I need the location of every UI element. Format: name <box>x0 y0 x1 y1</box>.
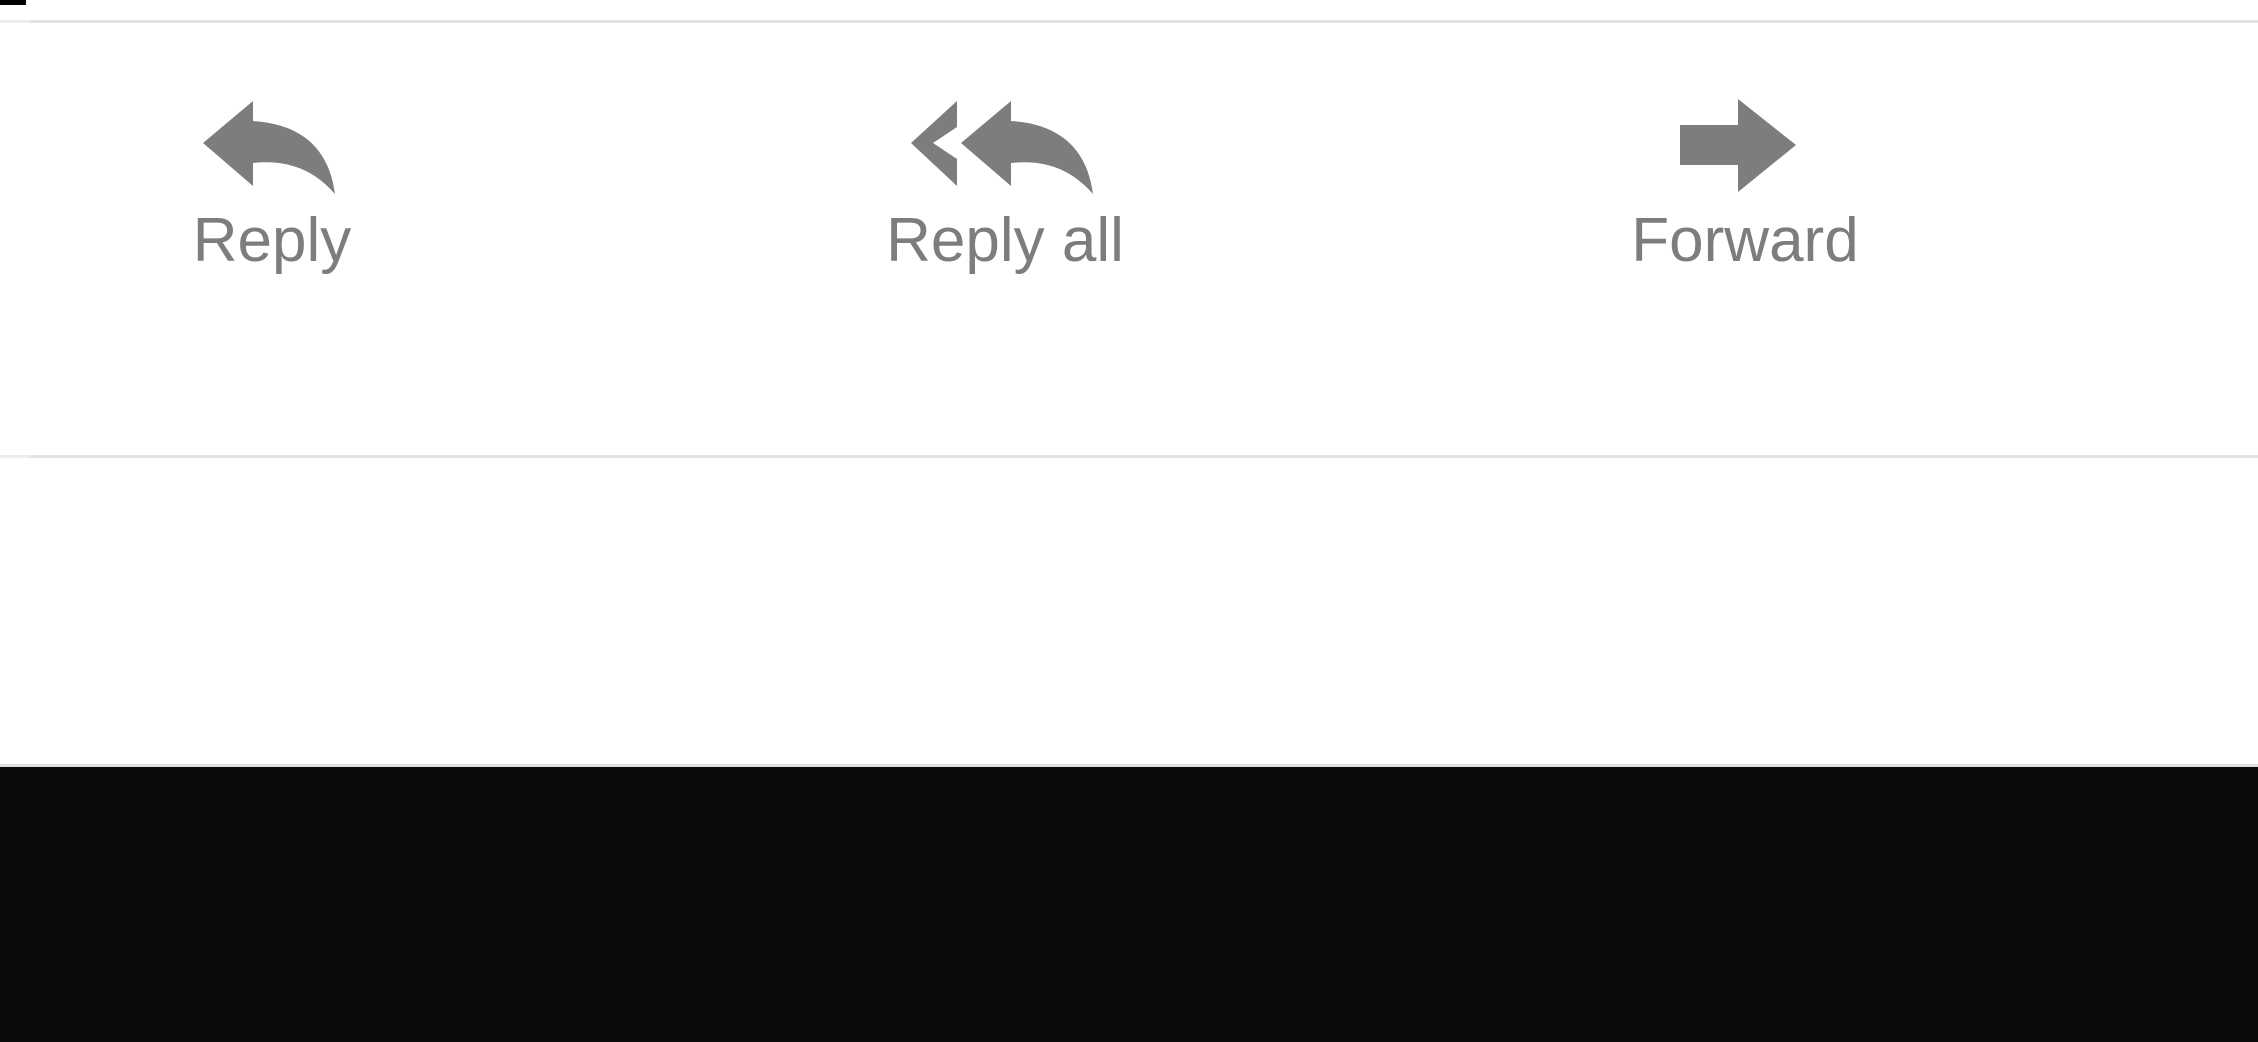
message-actions-row: Reply Reply all Forward <box>0 23 2258 455</box>
clipped-content-nub <box>0 0 26 5</box>
reply-all-label: Reply all <box>886 206 1124 275</box>
reply-button[interactable]: Reply <box>148 93 396 323</box>
forward-button[interactable]: Forward <box>1600 93 1890 323</box>
available-addons-row: Available add-ons: <box>0 458 2258 1042</box>
mail-action-screen: Reply Reply all Forward Ava <box>0 0 2258 1042</box>
forward-label: Forward <box>1631 206 1859 275</box>
forward-arrow-icon <box>1670 93 1820 198</box>
reply-all-button[interactable]: Reply all <box>860 93 1150 323</box>
reply-label: Reply <box>192 206 352 275</box>
reply-all-arrow-icon <box>905 93 1105 198</box>
reply-arrow-icon <box>197 93 347 198</box>
android-navigation-bar <box>0 767 2258 1042</box>
